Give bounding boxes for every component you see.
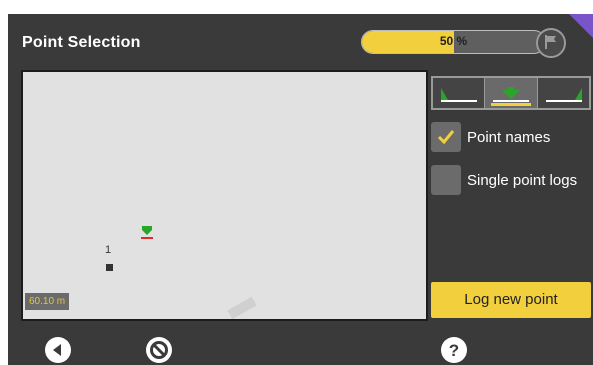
point-names-checkbox[interactable] — [431, 122, 461, 152]
cancel-icon[interactable] — [145, 336, 173, 364]
progress-label: 50 % — [439, 34, 468, 48]
map-watermark — [227, 296, 257, 319]
height-option-left[interactable] — [433, 78, 486, 108]
height-option-center[interactable] — [485, 78, 538, 108]
back-icon[interactable] — [44, 336, 72, 364]
map-view[interactable]: 1 60.10 m — [21, 70, 428, 321]
checkmark-icon — [437, 130, 455, 145]
point-names-label: Point names — [467, 128, 551, 146]
rover-marker-icon — [141, 226, 153, 239]
point-names-option[interactable]: Point names — [431, 122, 550, 152]
page-title: Point Selection — [22, 34, 141, 51]
app-screen: Point Selection 50 % 1 60.10 m Point nam… — [8, 14, 593, 365]
svg-text:?: ? — [449, 341, 459, 360]
single-point-logs-checkbox[interactable] — [431, 165, 461, 195]
point-label: 1 — [105, 244, 112, 256]
progress-bar: 50 % — [361, 30, 546, 54]
single-point-logs-option[interactable]: Single point logs — [431, 165, 577, 195]
finish-flag-button[interactable] — [536, 28, 566, 58]
map-scale: 60.10 m — [25, 293, 70, 310]
left-edge-icon — [441, 88, 477, 102]
log-new-point-button[interactable]: Log new point — [431, 282, 591, 318]
help-icon[interactable]: ? — [440, 336, 468, 364]
corner-indicator — [569, 14, 593, 38]
height-option-right[interactable] — [537, 78, 589, 108]
logged-point-marker[interactable] — [106, 264, 113, 271]
height-reference-selector — [431, 76, 591, 110]
right-edge-icon — [545, 88, 582, 102]
selected-underline — [491, 103, 531, 106]
single-point-logs-label: Single point logs — [467, 171, 578, 189]
flag-icon — [545, 35, 556, 49]
